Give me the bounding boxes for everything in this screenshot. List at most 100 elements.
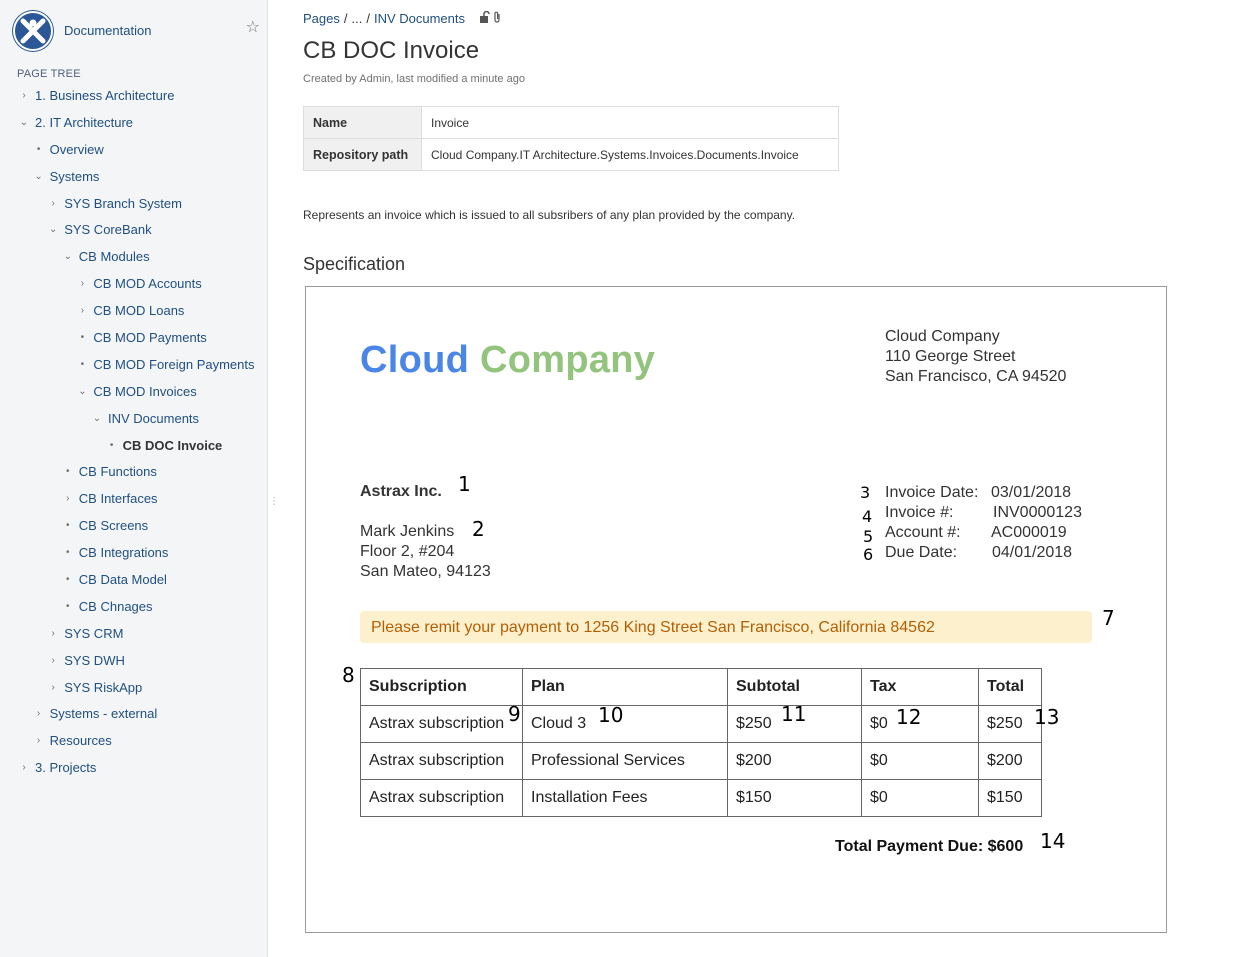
meta-value: AC000019 <box>991 524 1067 541</box>
sidebar-tree-item-label[interactable]: SYS CRM <box>64 621 123 648</box>
table-cell: Astrax subscription <box>360 742 523 780</box>
properties-table: Name Invoice Repository path Cloud Compa… <box>303 106 839 171</box>
chevron-down-icon[interactable]: ⌄ <box>91 406 103 433</box>
breadcrumb-icons <box>479 10 501 26</box>
sidebar-resize-handle[interactable]: ⋮ <box>269 497 279 507</box>
annotation-number: 9 <box>508 702 521 726</box>
property-value: Cloud Company.IT Architecture.Systems.In… <box>421 138 839 171</box>
chevron-right-icon[interactable]: › <box>47 675 59 702</box>
sidebar-tree-item-label[interactable]: 1. Business Architecture <box>35 83 174 110</box>
address-line: Cloud Company <box>885 328 1000 345</box>
chevron-right-icon[interactable]: › <box>18 755 30 782</box>
space-name-link[interactable]: Documentation <box>64 23 151 38</box>
sidebar-tree-item-label[interactable]: CB MOD Invoices <box>93 379 196 406</box>
sidebar-tree-item[interactable]: • CB Data Model <box>0 567 268 594</box>
breadcrumb-ellipsis[interactable]: ... <box>352 11 363 26</box>
sidebar-tree-item[interactable]: • CB Integrations <box>0 540 268 567</box>
sidebar-tree-item[interactable]: › SYS DWH <box>0 648 268 675</box>
sidebar-tree-item-label[interactable]: CB Functions <box>79 459 157 486</box>
chevron-down-icon[interactable]: ⌄ <box>18 110 30 137</box>
invoice-mockup: Cloud Company Cloud Company 110 George S… <box>305 286 1167 933</box>
sidebar-tree-item[interactable]: • CB Functions <box>0 459 268 486</box>
sidebar-tree-item-label[interactable]: CB MOD Payments <box>93 325 206 352</box>
chevron-right-icon[interactable]: › <box>47 648 59 675</box>
chevron-right-icon[interactable]: › <box>47 191 59 218</box>
sidebar-tree-item[interactable]: › SYS Branch System <box>0 191 268 218</box>
unlock-icon[interactable] <box>479 10 493 26</box>
sidebar-tree-item[interactable]: ⌄ INV Documents <box>0 406 268 433</box>
sidebar-tree-item-label[interactable]: CB MOD Accounts <box>93 271 201 298</box>
bullet-icon: • <box>66 520 70 532</box>
breadcrumb-pages-link[interactable]: Pages <box>303 11 340 26</box>
sidebar-tree-item-label[interactable]: Resources <box>50 728 112 755</box>
attachment-icon[interactable] <box>493 11 501 26</box>
space-logo-icon[interactable] <box>12 10 54 52</box>
annotation-number: 3 <box>860 483 871 502</box>
sidebar-tree-item[interactable]: › SYS RiskApp <box>0 675 268 702</box>
meta-value: 03/01/2018 <box>991 484 1072 501</box>
sidebar-tree-item[interactable]: • CB DOC Invoice <box>0 433 268 460</box>
breadcrumb-separator: / <box>366 11 370 26</box>
sidebar-tree-item-label[interactable]: CB Screens <box>79 513 148 540</box>
sidebar-tree-item[interactable]: › CB MOD Loans <box>0 298 268 325</box>
sidebar-tree-item[interactable]: • CB Chnages <box>0 594 268 621</box>
sidebar-tree-item[interactable]: ⌄ SYS CoreBank <box>0 217 268 244</box>
sidebar-tree-item[interactable]: › Resources <box>0 728 268 755</box>
chevron-right-icon[interactable]: › <box>76 298 88 325</box>
page-tree: › 1. Business Architecture ⌄ 2. IT Architec… <box>0 83 268 782</box>
sidebar-tree-item[interactable]: › CB MOD Accounts <box>0 271 268 298</box>
chevron-right-icon[interactable]: › <box>33 728 45 755</box>
annotation-number: 2 <box>472 517 485 541</box>
sidebar-tree-item[interactable]: • CB Screens <box>0 513 268 540</box>
sidebar-tree-item-label[interactable]: CB MOD Loans <box>93 298 184 325</box>
chevron-right-icon[interactable]: › <box>47 621 59 648</box>
sidebar-tree-item-label[interactable]: INV Documents <box>108 406 199 433</box>
sidebar-tree-item[interactable]: › CB Interfaces <box>0 486 268 513</box>
breadcrumb-inv-documents-link[interactable]: INV Documents <box>374 11 465 26</box>
sidebar-tree-item[interactable]: ⌄ Systems <box>0 164 268 191</box>
chevron-right-icon[interactable]: › <box>62 486 74 513</box>
sidebar-tree-item-label[interactable]: CB MOD Foreign Payments <box>93 352 254 379</box>
meta-label: Invoice #: <box>885 504 954 521</box>
space-header: Documentation ☆ <box>12 10 262 52</box>
sidebar-tree-item-label[interactable]: 2. IT Architecture <box>35 110 133 137</box>
breadcrumb: Pages /... / INV Documents <box>303 10 501 26</box>
sidebar-tree-item-label[interactable]: SYS RiskApp <box>64 675 142 702</box>
column-header: Tax <box>861 668 979 706</box>
sidebar-tree-item-label[interactable]: CB Chnages <box>79 594 153 621</box>
chevron-down-icon[interactable]: ⌄ <box>76 379 88 406</box>
table-row: Astrax subscription Cloud 3 $250 $0 $250 <box>360 705 1042 743</box>
annotation-number: 4 <box>862 507 873 526</box>
sidebar-tree-item[interactable]: › 1. Business Architecture <box>0 83 268 110</box>
sidebar-tree-item[interactable]: ⌄ CB Modules <box>0 244 268 271</box>
chevron-right-icon[interactable]: › <box>18 83 30 110</box>
sidebar-tree-item[interactable]: • CB MOD Payments <box>0 325 268 352</box>
chevron-down-icon[interactable]: ⌄ <box>47 217 59 244</box>
sidebar-tree-item[interactable]: • CB MOD Foreign Payments <box>0 352 268 379</box>
sidebar-tree-item[interactable]: › SYS CRM <box>0 621 268 648</box>
sidebar-tree-item[interactable]: ⌄ 2. IT Architecture <box>0 110 268 137</box>
annotation-number: 6 <box>863 545 874 564</box>
sidebar-tree-item-label[interactable]: CB Interfaces <box>79 486 158 513</box>
star-icon[interactable]: ☆ <box>246 20 260 36</box>
sidebar-tree-item-label[interactable]: CB Integrations <box>79 540 169 567</box>
sidebar-tree-item-label[interactable]: Systems - external <box>50 701 158 728</box>
chevron-down-icon[interactable]: ⌄ <box>62 244 74 271</box>
sidebar-tree-item-label[interactable]: Systems <box>50 164 100 191</box>
sidebar-tree-item-label[interactable]: SYS DWH <box>64 648 125 675</box>
sidebar-tree-item[interactable]: › 3. Projects <box>0 755 268 782</box>
chevron-down-icon[interactable]: ⌄ <box>33 164 45 191</box>
sidebar-tree-item-label[interactable]: SYS Branch System <box>64 191 182 218</box>
sidebar-tree-item-label[interactable]: CB Data Model <box>79 567 167 594</box>
sidebar-tree-item-label[interactable]: CB DOC Invoice <box>123 433 223 460</box>
table-cell: Astrax subscription <box>360 705 523 743</box>
chevron-right-icon[interactable]: › <box>76 271 88 298</box>
chevron-right-icon[interactable]: › <box>33 701 45 728</box>
sidebar-tree-item-label[interactable]: SYS CoreBank <box>64 217 151 244</box>
sidebar-tree-item-label[interactable]: CB Modules <box>79 244 150 271</box>
sidebar-tree-item[interactable]: ⌄ CB MOD Invoices <box>0 379 268 406</box>
sidebar-tree-item-label[interactable]: Overview <box>50 137 104 164</box>
sidebar-tree-item-label[interactable]: 3. Projects <box>35 755 96 782</box>
sidebar-tree-item[interactable]: › Systems - external <box>0 701 268 728</box>
sidebar-tree-item[interactable]: • Overview <box>0 137 268 164</box>
